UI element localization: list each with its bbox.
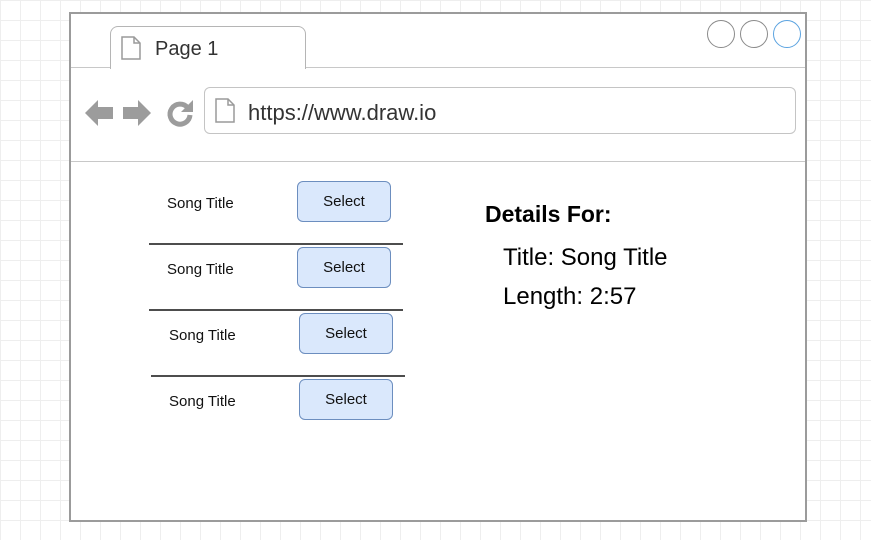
select-button[interactable]: Select [299,313,393,354]
song-row: Song Title Select [149,247,403,311]
song-title: Song Title [167,195,234,212]
window-button-3[interactable] [773,20,801,48]
details-length: Length: 2:57 [503,283,637,310]
select-button[interactable]: Select [297,247,391,288]
reload-icon[interactable] [164,97,196,129]
browser-window: Page 1 https://www.draw.io Song Title Se… [69,12,807,522]
page-content: Song Title Select Song Title Select Song… [71,163,805,520]
song-row: Song Title Select [149,181,403,245]
select-button[interactable]: Select [297,181,391,222]
details-title: Title: Song Title [503,244,668,271]
song-row: Song Title Select [151,379,405,443]
select-button[interactable]: Select [299,379,393,420]
tab-page-1[interactable]: Page 1 [110,26,306,69]
url-text: https://www.draw.io [248,100,437,125]
address-bar[interactable]: https://www.draw.io [204,87,796,134]
window-button-1[interactable] [707,20,735,48]
page-icon [121,36,141,60]
song-title: Song Title [169,327,236,344]
details-heading: Details For: [485,201,612,227]
page-icon [215,98,235,123]
window-button-2[interactable] [740,20,768,48]
song-title: Song Title [167,261,234,278]
forward-arrow-icon[interactable] [121,97,153,129]
tab-strip: Page 1 [71,14,805,69]
song-row: Song Title Select [151,313,405,377]
song-title: Song Title [169,393,236,410]
tab-label: Page 1 [155,38,219,60]
back-arrow-icon[interactable] [83,97,115,129]
navigation-bar: https://www.draw.io [71,69,805,162]
